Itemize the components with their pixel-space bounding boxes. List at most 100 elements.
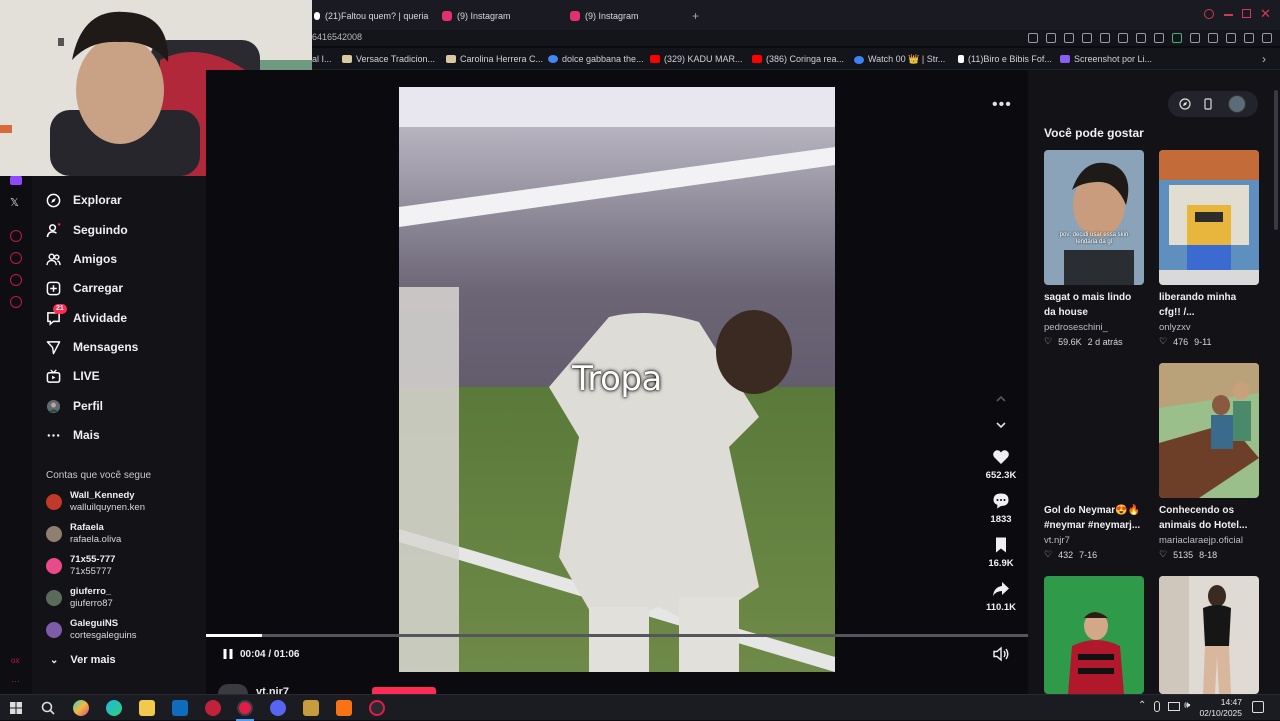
video-thumbnail[interactable]	[1159, 576, 1259, 694]
puzzle-icon[interactable]	[1190, 33, 1200, 43]
edge-icon[interactable]	[106, 700, 122, 716]
game-icon[interactable]	[303, 700, 319, 716]
video-thumbnail[interactable]	[1159, 150, 1259, 285]
search-icon[interactable]	[1204, 9, 1214, 19]
like-button[interactable]: 652.3K	[978, 448, 1024, 481]
bookmark-item[interactable]: Versace Tradicion...	[342, 54, 435, 64]
maximize-icon[interactable]	[1242, 9, 1251, 18]
bookmark-item[interactable]: al I...	[312, 54, 332, 64]
nav-explorar[interactable]: Explorar	[46, 189, 122, 211]
x-icon[interactable]: 𝕏	[10, 196, 19, 209]
browser-tab[interactable]: (9) Instagram	[442, 6, 562, 26]
settings-icon[interactable]	[10, 296, 22, 308]
chevron-down-icon[interactable]	[994, 418, 1008, 432]
recommended-video-card[interactable]: pov: decidi usar essa skin lendária da g…	[1044, 150, 1144, 347]
network-icon[interactable]	[1168, 702, 1180, 711]
pause-icon[interactable]	[222, 648, 234, 660]
more-icon[interactable]: ···	[11, 676, 20, 686]
followed-account[interactable]: Rafaela rafaela.oliva	[46, 521, 121, 547]
box-icon[interactable]	[1154, 33, 1164, 43]
scrollbar[interactable]	[1274, 90, 1278, 230]
nav-live[interactable]: LIVE	[46, 365, 100, 387]
nav-mensagens[interactable]: Mensagens	[46, 336, 138, 358]
notifications-icon[interactable]	[1252, 701, 1264, 713]
outlook-icon[interactable]	[172, 700, 188, 716]
shield-icon[interactable]	[1064, 33, 1074, 43]
share-button[interactable]: 110.1K	[978, 580, 1024, 613]
author-avatar[interactable]	[218, 684, 248, 694]
bookmark-icon[interactable]	[1028, 33, 1038, 43]
twitch-icon[interactable]	[10, 176, 22, 185]
video-thumbnail[interactable]	[1044, 363, 1144, 498]
play-icon[interactable]	[1100, 33, 1110, 43]
profile-icon[interactable]	[1208, 33, 1218, 43]
system-clock[interactable]: 14:47 02/10/2025	[1199, 697, 1242, 719]
windows-start-icon[interactable]	[8, 700, 24, 716]
close-icon[interactable]: ✕	[1260, 6, 1271, 22]
bookmark-item[interactable]: Carolina Herrera C...	[446, 54, 543, 64]
copilot-icon[interactable]	[73, 700, 89, 716]
nav-mais[interactable]: Mais	[46, 424, 100, 446]
sidebar-icon[interactable]	[1244, 33, 1254, 43]
volume-icon[interactable]	[992, 646, 1010, 662]
bookmark-item[interactable]: (11)Biro e Bibis Fof...	[958, 54, 1052, 64]
bookmark-item[interactable]: dolce gabbana the...	[548, 54, 644, 64]
recommended-video-card[interactable]	[1044, 576, 1144, 694]
opera-gx-icon[interactable]	[237, 700, 253, 716]
compass-icon[interactable]	[1179, 98, 1191, 110]
chevron-right-icon[interactable]: ›	[1262, 52, 1266, 66]
save-button[interactable]: 16.9K	[978, 536, 1024, 569]
bookmark-item[interactable]: Watch 00 👑 | Str...	[854, 54, 945, 65]
circle-icon[interactable]	[10, 230, 22, 242]
progress-bar[interactable]	[206, 634, 1028, 637]
recommended-video-card[interactable]: Gol do Neymar😍🔥 #neymar #neymarj... vt.n…	[1044, 363, 1144, 560]
nav-seguindo[interactable]: Seguindo	[46, 219, 128, 241]
chat-icon[interactable]	[10, 274, 22, 286]
phone-icon[interactable]	[1202, 98, 1214, 110]
comment-button[interactable]: 1833	[978, 492, 1024, 525]
nav-atividade[interactable]: 21 Atividade	[46, 303, 127, 329]
more-options-icon[interactable]: •••	[992, 96, 1012, 114]
minimize-icon[interactable]	[1224, 14, 1233, 16]
video-thumbnail[interactable]	[1159, 363, 1259, 498]
chevron-up-icon[interactable]	[994, 392, 1008, 406]
nav-amigos[interactable]: Amigos	[46, 248, 117, 270]
browser-tab[interactable]: (21)Faltou quem? | queria	[314, 6, 430, 26]
ext-icon[interactable]: ox	[11, 656, 19, 665]
followed-account[interactable]: 71x55-777 71x55777	[46, 553, 115, 579]
vlc-icon[interactable]	[336, 700, 352, 716]
recommended-video-card[interactable]	[1159, 576, 1259, 694]
heart-icon[interactable]	[1136, 33, 1146, 43]
speaker-icon[interactable]: 🕪	[1184, 700, 1190, 711]
user-avatar[interactable]	[1228, 95, 1246, 113]
folder-icon[interactable]	[139, 700, 155, 716]
followed-account[interactable]: Wall_Kennedy walluilquynen.ken	[46, 489, 145, 515]
recommended-video-card[interactable]: Conhecendo os animais do Hotel... mariac…	[1159, 363, 1259, 560]
new-tab-button[interactable]: +	[692, 6, 706, 26]
nav-carregar[interactable]: Carregar	[46, 277, 123, 299]
nav-perfil[interactable]: Perfil	[46, 395, 103, 417]
chevron-up-icon[interactable]: ⌃	[1138, 700, 1146, 711]
video-thumbnail[interactable]	[1044, 576, 1144, 694]
video-frame[interactable]: Tropa	[399, 87, 835, 672]
bookmark-item[interactable]: Screenshot por Li...	[1060, 54, 1152, 64]
download-icon[interactable]	[1226, 33, 1236, 43]
followed-account[interactable]: GaleguiNS cortesgaleguins	[46, 617, 137, 643]
extension-icon[interactable]	[1172, 33, 1182, 43]
followed-account[interactable]: giuferro_ giuferro87	[46, 585, 113, 611]
recommended-video-card[interactable]: liberando minha cfg!! /... onlyzxv ♡ 476 9…	[1159, 150, 1259, 347]
microphone-icon[interactable]	[1154, 701, 1160, 712]
translate-icon[interactable]	[1082, 33, 1092, 43]
obs-icon[interactable]	[369, 700, 385, 716]
send-icon[interactable]	[1118, 33, 1128, 43]
discord-icon[interactable]	[270, 700, 286, 716]
app-icon[interactable]	[205, 700, 221, 716]
see-more-button[interactable]: ⌄ Ver mais	[50, 654, 116, 666]
search-icon[interactable]	[40, 700, 56, 716]
menu-icon[interactable]	[1262, 33, 1272, 43]
clock-icon[interactable]	[10, 252, 22, 264]
video-thumbnail[interactable]: pov: decidi usar essa skin lendária da g…	[1044, 150, 1144, 285]
browser-tab[interactable]: (9) Instagram	[570, 6, 690, 26]
bookmark-item[interactable]: (329) KADU MAR...	[650, 54, 743, 64]
screenshot-icon[interactable]	[1046, 33, 1056, 43]
